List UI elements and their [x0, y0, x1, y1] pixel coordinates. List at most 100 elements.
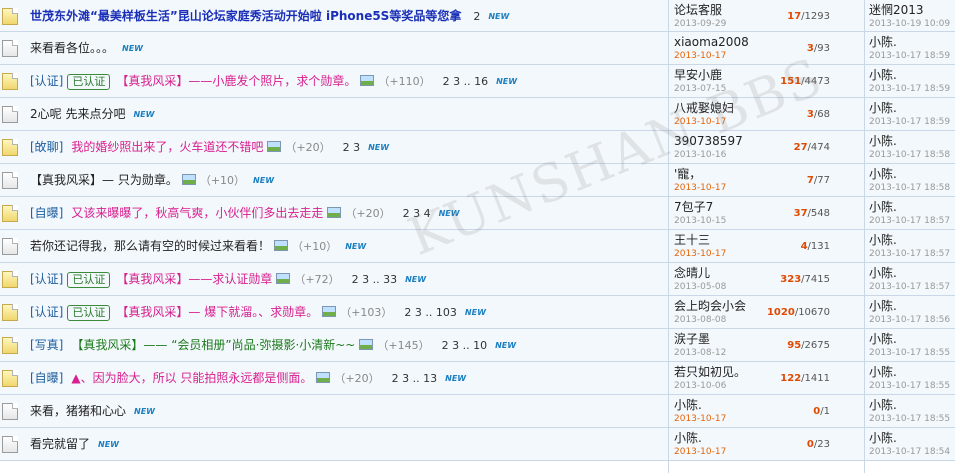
thread-stats: 0/23 — [730, 428, 830, 461]
thread-title[interactable]: ▲、因为脸大，所以 只能拍照永远都是侧面。 — [71, 371, 312, 385]
thread-stats: 1020/10670 — [730, 296, 830, 329]
last-poster[interactable]: 小陈. — [869, 199, 955, 215]
thread-title[interactable]: 看完就留了 — [30, 437, 90, 451]
thread-row[interactable]: [自曝] ▲、因为脸大，所以 只能拍照永远都是侧面。 （+20） 2 3 .. 13 N… — [0, 362, 955, 395]
page-icon — [2, 403, 18, 420]
page-links[interactable]: 2 — [473, 10, 480, 23]
thread-category[interactable]: [认证] — [30, 272, 63, 286]
page-links[interactable]: 2 3 .. 13 — [392, 372, 437, 385]
thread-title[interactable]: 2心呢 先来点分吧 — [30, 107, 125, 121]
last-post: 小陈. 2013-10-17 18:58 — [869, 133, 955, 161]
new-tag: NEW — [496, 77, 518, 86]
thread-subject: [认证] 已认证 【真我风采】——小鹿发个照片，求个勋章。 （+110） 2 3 .. … — [30, 65, 666, 97]
reply-increment: （+20） — [334, 372, 380, 385]
thread-subject: 若你还记得我，那么请有空的时候过来看看！ （+10） NEW — [30, 230, 666, 262]
thread-title[interactable]: 【真我风采】— 爆下就溜。、求勋章。 — [116, 305, 318, 319]
thread-row[interactable]: 2心呢 先来点分吧 NEW 八戒娶媳妇 2013-10-17 3/68 小陈. 2013-1… — [0, 98, 955, 131]
last-poster[interactable]: 小陈. — [869, 397, 955, 413]
view-count: 2675 — [804, 340, 830, 351]
page-links[interactable]: 2 3 .. 33 — [352, 273, 397, 286]
thread-row[interactable]: [认证] 已认证 【真我风采】— 爆下就溜。、求勋章。 （+103） 2 3 .. 10… — [0, 296, 955, 329]
folder-icon — [2, 139, 18, 156]
reply-increment: （+72） — [294, 273, 340, 286]
page-links[interactable]: 2 3 .. 10 — [442, 339, 487, 352]
folder-icon — [2, 205, 18, 222]
thread-row[interactable]: 看完就留了 NEW 小陈. 2013-10-17 0/23 小陈. 2013-10-17 1… — [0, 428, 955, 461]
thread-category[interactable]: [敀聊] — [30, 140, 63, 154]
page-icon — [2, 40, 18, 57]
image-attachment-icon — [276, 273, 291, 284]
thread-title[interactable]: 【真我风采】—— “会员相册”尚品·弥摄影·小清新~~ — [71, 338, 355, 352]
thread-subject: [认证] 已认证 【真我风采】— 爆下就溜。、求勋章。 （+103） 2 3 .. 10… — [30, 296, 666, 328]
thread-title[interactable]: 【真我风采】——小鹿发个照片，求个勋章。 — [116, 74, 356, 88]
thread-category[interactable]: [认证] — [30, 305, 63, 319]
thread-row[interactable]: 【真我风采】— 只为勋章。 （+10） NEW '寵， 2013-10-17 7/77 小陈… — [0, 164, 955, 197]
last-poster[interactable]: 小陈. — [869, 265, 955, 281]
page-icon — [2, 436, 18, 453]
last-poster[interactable]: 迷惘2013 — [869, 2, 955, 18]
page-links[interactable]: 2 3 .. 103 — [404, 306, 456, 319]
reply-increment: （+103） — [340, 306, 393, 319]
reply-increment: （+10） — [292, 240, 338, 253]
thread-title[interactable]: 【真我风采】— 只为勋章。 — [30, 173, 178, 187]
page-links[interactable]: 2 3 — [343, 141, 361, 154]
thread-row[interactable]: 来看，猪猪和心心 NEW 小陈. 2013-10-17 0/1 小陈. 2013-10-17… — [0, 395, 955, 428]
last-poster[interactable]: 小陈. — [869, 34, 955, 50]
last-poster[interactable]: 小陈. — [869, 100, 955, 116]
reply-count: 27 — [793, 142, 808, 153]
page-links[interactable]: 2 3 4 — [403, 207, 431, 220]
thread-stats: 4/131 — [730, 230, 830, 263]
new-tag: NEW — [122, 44, 143, 53]
thread-stats: 323/7415 — [730, 263, 830, 296]
thread-title[interactable]: 世茂东外滩“最美样板生活”昆山论坛家庭秀活动开始啦 iPhone5S等奖品等您拿 — [30, 9, 461, 23]
new-tag: NEW — [345, 242, 367, 251]
thread-row[interactable]: [敀聊] 我的婚纱照出来了，火车道还不错吧 （+20） 2 3 NEW 390738597… — [0, 131, 955, 164]
verified-badge: 已认证 — [67, 272, 111, 288]
thread-row[interactable]: 若你还记得我，那么请有空的时候过来看看！ （+10） NEW 王十三 2013-10-1… — [0, 230, 955, 263]
last-poster[interactable]: 小陈. — [869, 364, 955, 380]
thread-title[interactable]: 来看看各位。。。 — [30, 41, 114, 55]
thread-title[interactable]: 来看，猪猪和心心 — [30, 404, 126, 418]
thread-row[interactable]: [写真] 【真我风采】—— “会员相册”尚品·弥摄影·小清新~~ （+145） 2 3… — [0, 329, 955, 362]
thread-title[interactable]: 我的婚纱照出来了，火车道还不错吧 — [71, 140, 263, 154]
thread-row[interactable]: 世茂东外滩“最美样板生活”昆山论坛家庭秀活动开始啦 iPhone5S等奖品等您拿… — [0, 0, 955, 32]
last-poster[interactable]: 小陈. — [869, 166, 955, 182]
thread-row[interactable]: [认证] 已认证 【真我风采】——求认证勋章 （+72） 2 3 .. 33 NEW 念晴儿… — [0, 263, 955, 296]
last-poster[interactable]: 小陈. — [869, 331, 955, 347]
last-poster[interactable]: 小陈. — [869, 232, 955, 248]
new-tag: NEW — [438, 209, 460, 218]
thread-subject: [自曝] 又该来曝曝了，秋高气爽，小伙伴们多出去走走 （+20） 2 3 4 NEW — [30, 197, 666, 229]
last-post: 小陈. 2013-10-17 18:57 — [869, 265, 955, 293]
thread-title[interactable]: 若你还记得我，那么请有空的时候过来看看！ — [30, 239, 270, 253]
new-tag: NEW — [368, 143, 390, 152]
last-post: 小陈. 2013-10-17 18:59 — [869, 100, 955, 128]
thread-category[interactable]: [自曝] — [30, 206, 63, 220]
page-icon — [2, 238, 18, 255]
thread-title[interactable]: 又该来曝曝了，秋高气爽，小伙伴们多出去走走 — [71, 206, 323, 220]
last-poster[interactable]: 小陈. — [869, 133, 955, 149]
last-poster[interactable]: 小陈. — [869, 298, 955, 314]
thread-subject: [认证] 已认证 【真我风采】——求认证勋章 （+72） 2 3 .. 33 NEW — [30, 263, 666, 295]
view-count: 93 — [817, 43, 830, 54]
new-tag: NEW — [134, 407, 155, 416]
last-poster[interactable]: 小陈. — [869, 430, 955, 446]
reply-increment: （+10） — [199, 174, 246, 187]
thread-row[interactable]: [自曝] 又该来曝曝了，秋高气爽，小伙伴们多出去走走 （+20） 2 3 4 NEW 7包… — [0, 197, 955, 230]
last-post: 小陈. 2013-10-17 18:59 — [869, 34, 955, 62]
thread-category[interactable]: [写真] — [30, 338, 63, 352]
thread-category[interactable]: [自曝] — [30, 371, 63, 385]
thread-stats: 7/77 — [730, 164, 830, 197]
thread-stats: 17/1293 — [730, 0, 830, 33]
last-poster[interactable]: 小陈. — [869, 67, 955, 83]
thread-row[interactable]: [认证] 已认证 【真我风采】——小鹿发个照片，求个勋章。 （+110） 2 3 .. … — [0, 65, 955, 98]
page-links[interactable]: 2 3 .. 16 — [443, 75, 488, 88]
folder-icon — [2, 304, 18, 321]
new-tag: NEW — [495, 341, 517, 350]
reply-count: 0 — [806, 439, 814, 450]
thread-subject: [敀聊] 我的婚纱照出来了，火车道还不错吧 （+20） 2 3 NEW — [30, 131, 666, 163]
thread-category[interactable]: [认证] — [30, 74, 63, 88]
view-count: 1 — [823, 406, 830, 417]
thread-title[interactable]: 【真我风采】——求认证勋章 — [116, 272, 272, 286]
thread-row[interactable]: 来看看各位。。。 NEW xiaoma2008 2013-10-17 3/93 小陈. 20… — [0, 32, 955, 65]
last-post-time: 2013-10-17 18:56 — [869, 315, 951, 325]
